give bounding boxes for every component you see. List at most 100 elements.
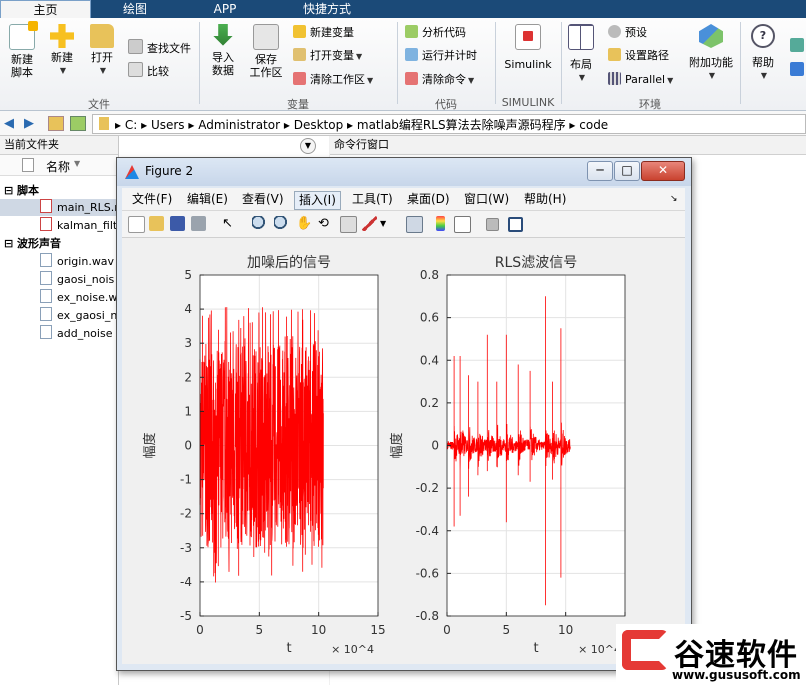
community-icon[interactable] bbox=[790, 38, 804, 52]
panel-options-icon[interactable]: ▼ bbox=[300, 138, 316, 154]
data-cursor-icon[interactable] bbox=[340, 216, 357, 233]
close-button[interactable]: ✕ bbox=[641, 161, 685, 181]
menu-desktop[interactable]: 桌面(D) bbox=[407, 191, 450, 208]
new-figure-icon[interactable] bbox=[128, 216, 145, 233]
crumb-code[interactable]: code bbox=[579, 118, 608, 132]
list-item[interactable]: main_RLS.m bbox=[0, 199, 125, 216]
tab-apps[interactable]: APP bbox=[182, 0, 268, 18]
legend-icon[interactable] bbox=[454, 216, 471, 233]
tick-label-x: 15 bbox=[370, 623, 385, 637]
save-workspace-button[interactable]: 保存 工作区 bbox=[245, 24, 287, 79]
save-workspace-icon bbox=[253, 24, 279, 50]
tree-section-audio[interactable]: ⊟ 波形声音 bbox=[4, 235, 61, 252]
crumb-users[interactable]: Users bbox=[151, 118, 185, 132]
maximize-button[interactable]: □ bbox=[614, 161, 640, 181]
set-path-button[interactable]: 设置路径 bbox=[608, 48, 669, 64]
new-button[interactable]: 新建 ▼ bbox=[44, 24, 80, 77]
axis-label-x: t bbox=[533, 641, 538, 656]
tick-label-y: 0.6 bbox=[420, 311, 439, 325]
crumb-project[interactable]: matlab编程RLS算法去除噪声源码程序 bbox=[357, 118, 566, 132]
tab-plots[interactable]: 绘图 bbox=[92, 0, 178, 18]
new-script-button[interactable]: 新建 脚本 bbox=[4, 21, 40, 79]
add-ons-button[interactable]: 附加功能 ▼ bbox=[686, 24, 736, 82]
help-button[interactable]: ? 帮助 ▼ bbox=[746, 24, 780, 82]
tick-label-x: 0 bbox=[196, 623, 204, 637]
menu-window[interactable]: 窗口(W) bbox=[464, 191, 509, 208]
browse-folder-icon[interactable] bbox=[70, 116, 86, 131]
clear-commands-button[interactable]: 清除命令 ▼ bbox=[405, 72, 474, 88]
new-variable-button[interactable]: 新建变量 bbox=[293, 25, 354, 41]
axis-label-y: 幅度 bbox=[389, 432, 405, 458]
rotate-icon[interactable]: ⟲ bbox=[318, 216, 333, 231]
crumb-admin[interactable]: Administrator bbox=[198, 118, 280, 132]
set-path-label: 设置路径 bbox=[625, 49, 669, 62]
colorbar-icon[interactable] bbox=[436, 216, 445, 231]
run-and-time-button[interactable]: 运行并计时 bbox=[405, 48, 477, 64]
matlab-script-icon bbox=[40, 217, 52, 231]
show-plot-tools-icon[interactable] bbox=[508, 217, 523, 232]
back-arrow-icon[interactable]: ◀ bbox=[4, 116, 14, 131]
audio-file-icon bbox=[40, 325, 52, 339]
chevron-down-icon[interactable]: ▼ bbox=[380, 216, 395, 231]
menu-edit[interactable]: 编辑(E) bbox=[187, 191, 228, 208]
menu-insert[interactable]: 插入(I) bbox=[294, 191, 341, 210]
list-item[interactable]: add_noise bbox=[40, 325, 112, 342]
tab-shortcuts[interactable]: 快捷方式 bbox=[272, 0, 382, 18]
clear-workspace-button[interactable]: 清除工作区 ▼ bbox=[293, 72, 373, 88]
link-icon[interactable] bbox=[406, 216, 423, 233]
simulink-button[interactable]: Simulink bbox=[500, 24, 556, 71]
list-item[interactable]: kalman_filt bbox=[40, 217, 117, 234]
brush-icon[interactable] bbox=[362, 216, 377, 231]
list-item[interactable]: ex_noise.w bbox=[40, 289, 117, 306]
print-icon[interactable] bbox=[191, 216, 206, 231]
pan-icon[interactable]: ✋ bbox=[296, 216, 312, 231]
minimize-button[interactable]: ─ bbox=[587, 161, 613, 181]
tab-home[interactable]: 主页 bbox=[0, 0, 91, 19]
list-item[interactable]: gaosi_nois bbox=[40, 271, 114, 288]
column-name-header: 名称 bbox=[46, 160, 71, 174]
group-separator bbox=[397, 22, 398, 104]
zoom-in-icon[interactable] bbox=[252, 216, 267, 231]
path-field[interactable]: ▸ C: ▸ Users ▸ Administrator ▸ Desktop ▸… bbox=[92, 114, 806, 134]
tick-label-y: 2 bbox=[184, 370, 192, 384]
layout-button[interactable]: 布局 ▼ bbox=[564, 24, 598, 84]
folder-icon bbox=[90, 24, 114, 48]
menu-file[interactable]: 文件(F) bbox=[132, 191, 172, 208]
parallel-button[interactable]: Parallel ▼ bbox=[608, 72, 673, 88]
hide-plot-tools-icon[interactable] bbox=[486, 218, 499, 231]
analyze-code-button[interactable]: 分析代码 bbox=[405, 25, 466, 41]
analyze-code-label: 分析代码 bbox=[422, 26, 466, 39]
list-item[interactable]: ex_gaosi_n bbox=[40, 307, 117, 324]
menu-tools[interactable]: 工具(T) bbox=[352, 191, 393, 208]
pointer-icon[interactable]: ↖ bbox=[222, 216, 237, 231]
zoom-out-icon[interactable] bbox=[274, 216, 289, 231]
up-folder-icon[interactable] bbox=[48, 116, 64, 131]
sort-caret-icon: ▼ bbox=[74, 159, 81, 168]
undock-arrow-icon[interactable]: ↘ bbox=[670, 191, 678, 208]
compare-icon bbox=[128, 62, 143, 77]
crumb-desktop[interactable]: Desktop bbox=[294, 118, 344, 132]
current-folder-panel: 当前文件夹 名称 ▼ ⊟ 脚本 main_RLS.m kalman_filt ⊟… bbox=[0, 136, 125, 685]
simulink-label: Simulink bbox=[504, 58, 552, 71]
tree-section-scripts[interactable]: ⊟ 脚本 bbox=[4, 182, 39, 199]
forward-arrow-icon[interactable]: ▶ bbox=[24, 116, 34, 131]
request-support-icon[interactable] bbox=[790, 62, 804, 76]
plot-area[interactable]: 0 5 10 15 -5 -4 -3 -2 -1 0 1 2 3 4 5 加噪后的信号 t 幅度 × 10^4 0 5 1… bbox=[122, 238, 685, 664]
open-button[interactable]: 打开 ▼ bbox=[84, 24, 120, 77]
tick-label-y: -4 bbox=[180, 575, 192, 589]
open-variable-button[interactable]: 打开变量 ▼ bbox=[293, 48, 362, 64]
find-files-button[interactable]: 查找文件 bbox=[128, 39, 191, 55]
menu-help[interactable]: 帮助(H) bbox=[524, 191, 566, 208]
file-list-header[interactable]: 名称 ▼ bbox=[0, 155, 118, 176]
figure-title-bar[interactable]: Figure 2 ─ □ ✕ bbox=[117, 158, 691, 186]
compare-button[interactable]: 比较 bbox=[128, 62, 169, 78]
save-icon[interactable] bbox=[170, 216, 185, 231]
crumb-drive[interactable]: C: bbox=[125, 118, 137, 132]
import-data-button[interactable]: 导入 数据 bbox=[205, 24, 241, 77]
open-file-icon[interactable] bbox=[149, 216, 164, 231]
tick-label-y: 3 bbox=[184, 336, 192, 350]
preferences-button[interactable]: 预设 bbox=[608, 25, 647, 41]
crumb-sep: ▸ bbox=[141, 118, 151, 132]
list-item[interactable]: origin.wav bbox=[40, 253, 114, 270]
menu-view[interactable]: 查看(V) bbox=[242, 191, 284, 208]
